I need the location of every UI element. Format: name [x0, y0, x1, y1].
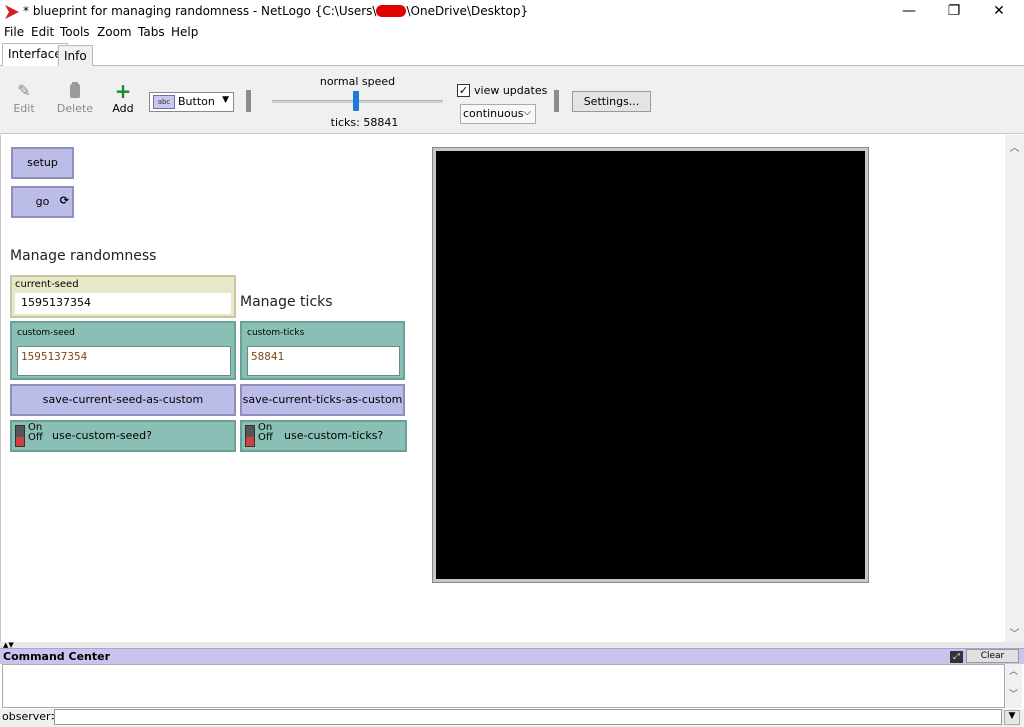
command-center-title: Command Center — [3, 650, 111, 663]
toggle-switch-icon[interactable] — [15, 425, 25, 447]
input-value-field[interactable]: 1595137354 — [17, 346, 231, 376]
redacted-username — [376, 5, 407, 17]
settings-button[interactable]: Settings... — [572, 91, 651, 112]
command-output-area[interactable] — [2, 664, 1005, 708]
ticks-counter: ticks: 58841 — [330, 116, 399, 129]
trash-icon — [55, 82, 95, 100]
setup-button[interactable]: setup — [11, 147, 74, 179]
switch-label: use-custom-seed? — [52, 429, 153, 442]
close-button[interactable]: ✕ — [976, 0, 1022, 24]
switch-off-text: Off — [28, 432, 43, 443]
history-dropdown-icon[interactable]: ▼ — [1004, 710, 1020, 725]
custom-seed-input[interactable]: custom-seed 1595137354 — [10, 321, 236, 380]
command-input-row: observer> ▼ — [0, 709, 1024, 727]
current-seed-monitor: current-seed 1595137354 — [10, 275, 236, 318]
update-mode-value: continuous — [463, 107, 524, 120]
menu-tools[interactable]: Tools — [60, 25, 90, 39]
switch-off-text: Off — [258, 432, 273, 443]
clear-button[interactable]: Clear — [966, 649, 1019, 663]
switch-label: use-custom-ticks? — [284, 429, 384, 442]
button-widget-icon: abc — [153, 95, 175, 109]
maximize-button[interactable]: ❐ — [931, 0, 977, 24]
toolbar: ✎ Edit Delete + Add abc Button ▼ normal … — [0, 66, 1024, 134]
tab-info[interactable]: Info — [58, 45, 93, 66]
update-mode-select[interactable]: continuous ⌵ — [460, 104, 536, 124]
speed-slider-thumb[interactable] — [353, 91, 359, 111]
tab-strip: Interface Info — [0, 42, 1024, 66]
chevron-down-icon: ⌵ — [523, 107, 531, 118]
title-prefix: * blueprint for managing randomness - Ne… — [23, 4, 377, 18]
title-bar: * blueprint for managing randomness - Ne… — [0, 0, 1024, 24]
edit-tool[interactable]: ✎ Edit — [4, 81, 44, 116]
minimize-button[interactable]: — — [886, 0, 932, 24]
input-label: custom-ticks — [247, 328, 305, 338]
agent-type-selector[interactable]: observer> — [2, 710, 60, 723]
save-current-seed-button[interactable]: save-current-seed-as-custom — [10, 384, 236, 416]
menu-edit[interactable]: Edit — [31, 25, 54, 39]
interface-scrollbar[interactable]: ︿ ﹀ — [1005, 135, 1024, 642]
note-manage-ticks: Manage ticks — [240, 294, 333, 310]
scroll-up-icon[interactable]: ︿ — [1005, 139, 1024, 154]
switch-on-off-text: On Off — [28, 423, 43, 443]
interface-panel: setup go ⟳ Manage randomness Manage tick… — [0, 135, 1005, 642]
setup-button-label: setup — [27, 156, 58, 169]
input-value-field[interactable]: 58841 — [247, 346, 400, 376]
toggle-switch-icon[interactable] — [245, 425, 255, 447]
widget-type-select[interactable]: abc Button ▼ — [149, 92, 234, 112]
toolbar-separator — [246, 90, 251, 112]
add-label: Add — [112, 102, 134, 115]
output-scrollbar[interactable]: ︿ ﹀ — [1005, 664, 1022, 708]
title-suffix: \OneDrive\Desktop} — [406, 4, 529, 18]
edit-label: Edit — [13, 102, 35, 115]
delete-label: Delete — [56, 102, 94, 115]
menu-tabs[interactable]: Tabs — [138, 25, 165, 39]
go-button[interactable]: go ⟳ — [11, 186, 74, 218]
save-current-ticks-button[interactable]: save-current-ticks-as-custom — [240, 384, 405, 416]
command-input[interactable] — [54, 709, 1002, 725]
menu-bar: File Edit Tools Zoom Tabs Help — [0, 24, 1024, 42]
scroll-up-icon[interactable]: ︿ — [1005, 664, 1022, 677]
use-custom-seed-switch[interactable]: On Off use-custom-seed? — [10, 420, 236, 452]
netlogo-logo-icon — [5, 5, 19, 19]
delete-tool[interactable]: Delete — [55, 82, 95, 115]
dropdown-arrow-icon: ▼ — [222, 95, 229, 105]
view-updates-label: view updates — [474, 84, 548, 97]
menu-file[interactable]: File — [4, 25, 24, 39]
command-center-header: Command Center ⤢ Clear — [0, 648, 1024, 664]
forever-loop-icon: ⟳ — [59, 194, 69, 207]
pencil-icon: ✎ — [17, 81, 31, 100]
scroll-down-icon[interactable]: ﹀ — [1005, 625, 1024, 640]
switch-on-off-text: On Off — [258, 423, 273, 443]
add-tool[interactable]: + Add — [103, 79, 143, 115]
window-title: * blueprint for managing randomness - Ne… — [23, 4, 528, 18]
input-label: custom-seed — [17, 328, 75, 338]
menu-zoom[interactable]: Zoom — [97, 25, 132, 39]
note-manage-randomness: Manage randomness — [10, 248, 157, 264]
save-seed-label: save-current-seed-as-custom — [42, 393, 204, 406]
expand-icon[interactable]: ⤢ — [950, 651, 963, 663]
use-custom-ticks-switch[interactable]: On Off use-custom-ticks? — [240, 420, 407, 452]
custom-ticks-input[interactable]: custom-ticks 58841 — [240, 321, 405, 380]
monitor-value: 1595137354 — [15, 293, 231, 314]
widget-type-value: Button — [178, 95, 215, 108]
speed-label: normal speed — [319, 75, 396, 88]
view-updates-checkbox[interactable]: ✓ — [457, 84, 470, 97]
scroll-down-icon[interactable]: ﹀ — [1005, 687, 1022, 700]
go-button-label: go — [35, 195, 50, 208]
save-ticks-label: save-current-ticks-as-custom — [242, 393, 403, 406]
world-view[interactable] — [432, 147, 869, 583]
menu-help[interactable]: Help — [171, 25, 198, 39]
toolbar-separator — [554, 90, 559, 112]
monitor-label: current-seed — [15, 279, 79, 290]
world-view-canvas[interactable] — [436, 151, 865, 579]
plus-icon: + — [114, 79, 132, 103]
